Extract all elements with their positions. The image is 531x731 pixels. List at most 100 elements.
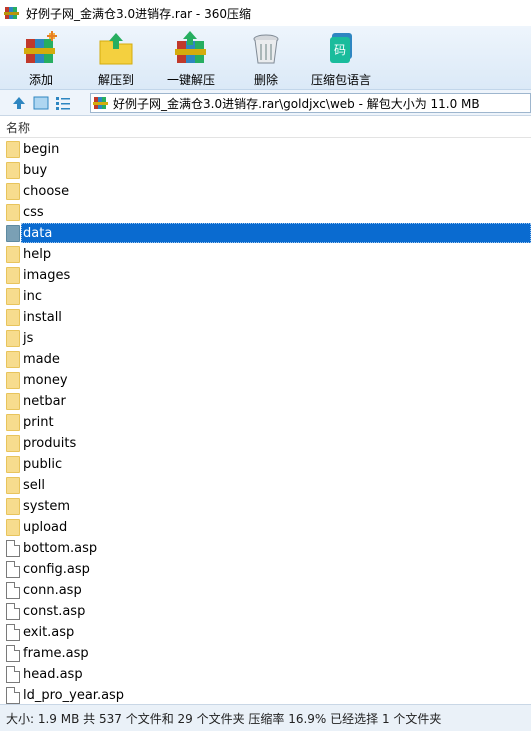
archive-language-button-label: 压缩包语言 [310,73,371,87]
item-name: conn.asp [23,583,82,598]
item-name: help [23,247,52,262]
thumbnail-view-button[interactable] [30,92,52,114]
folder-icon [6,225,20,242]
add-button[interactable]: 添加 [20,26,62,90]
archive-language-button[interactable]: 码 压缩包语言 [308,26,374,90]
item-name: inc [23,289,42,304]
item-name: print [23,415,54,430]
folder-row[interactable]: upload [0,517,531,538]
arrow-up-icon [13,96,25,109]
file-row[interactable]: config.asp [0,559,531,580]
folder-row[interactable]: sell [0,475,531,496]
folder-icon [6,267,20,284]
folder-icon [6,456,20,473]
folder-row[interactable]: data [0,223,531,244]
folder-row[interactable]: css [0,202,531,223]
one-click-extract-button[interactable]: 一键解压 [165,26,217,90]
extract-to-button[interactable]: 解压到 [94,26,138,90]
folder-row[interactable]: made [0,349,531,370]
address-field[interactable]: 好例子网_金满仓3.0进销存.rar\goldjxc\web - 解包大小为 1… [90,93,531,113]
trash-icon [253,34,279,64]
folder-row[interactable]: public [0,454,531,475]
archive-language-icon: 码 [330,33,352,63]
file-icon [6,687,20,704]
folder-icon [6,162,20,179]
item-name: buy [23,163,48,178]
item-name: public [23,457,63,472]
column-header-name-label: 名称 [6,120,31,135]
one-click-extract-button-label: 一键解压 [166,73,215,87]
item-name: data [23,226,53,241]
delete-button[interactable]: 删除 [248,26,284,90]
item-name: system [23,499,70,514]
column-header-name[interactable]: 名称 [0,117,531,138]
list-view-button[interactable] [52,92,74,114]
folder-row[interactable]: buy [0,160,531,181]
address-bar: 好例子网_金满仓3.0进销存.rar\goldjxc\web - 解包大小为 1… [0,90,531,116]
extract-to-icon [99,33,133,65]
file-row[interactable]: const.asp [0,601,531,622]
folder-icon [6,435,20,452]
winrar-books-icon [4,5,20,21]
folder-icon [6,372,20,389]
address-path: 好例子网_金满仓3.0进销存.rar\goldjxc\web - 解包大小为 1… [113,96,480,111]
item-name: frame.asp [23,646,89,661]
up-level-button[interactable] [8,92,30,114]
folder-row[interactable]: install [0,307,531,328]
file-icon [6,540,20,557]
main-toolbar: 添加 解压到 一键解压 删除 码 压缩包语言 [0,26,531,90]
file-row[interactable]: frame.asp [0,643,531,664]
selection-highlight [21,223,531,243]
folder-row[interactable]: produits [0,433,531,454]
folder-row[interactable]: begin [0,139,531,160]
folder-row[interactable]: images [0,265,531,286]
file-icon [6,582,20,599]
file-icon [6,645,20,662]
item-name: const.asp [23,604,86,619]
item-name: made [23,352,60,367]
file-row[interactable]: bottom.asp [0,538,531,559]
folder-row[interactable]: js [0,328,531,349]
delete-button-label: 删除 [253,73,278,87]
item-name: install [23,310,62,325]
status-text: 大小: 1.9 MB 共 537 个文件和 29 个文件夹 压缩率 16.9% … [6,711,442,726]
item-name: js [23,331,34,346]
item-name: head.asp [23,667,83,682]
file-row[interactable]: conn.asp [0,580,531,601]
folder-row[interactable]: help [0,244,531,265]
item-name: css [23,205,44,220]
folder-row[interactable]: choose [0,181,531,202]
folder-icon [6,414,20,431]
folder-icon [6,519,20,536]
folder-icon [6,330,20,347]
file-icon [6,561,20,578]
folder-icon [6,246,20,263]
folder-row[interactable]: print [0,412,531,433]
folder-row[interactable]: money [0,370,531,391]
folder-row[interactable]: system [0,496,531,517]
view-list-icon [56,96,70,110]
view-thumbnails-icon [33,96,49,109]
folder-icon [6,183,20,200]
item-name: sell [23,478,45,493]
file-row[interactable]: ld_pro_year.asp [0,685,531,704]
folder-icon [6,309,20,326]
folder-row[interactable]: netbar [0,391,531,412]
folder-icon [6,498,20,515]
folder-icon [6,351,20,368]
item-name: upload [23,520,68,535]
file-row[interactable]: head.asp [0,664,531,685]
file-icon [6,624,20,641]
file-row[interactable]: exit.asp [0,622,531,643]
title-bar: 好例子网_金满仓3.0进销存.rar - 360压缩 [0,0,531,26]
item-name: images [23,268,71,283]
status-bar: 大小: 1.9 MB 共 537 个文件和 29 个文件夹 压缩率 16.9% … [0,704,531,731]
file-list: begin buy choose css data help images inc instal… [0,139,531,704]
folder-icon [6,141,20,158]
item-name: bottom.asp [23,541,98,556]
item-name: config.asp [23,562,90,577]
add-button-label: 添加 [28,73,53,87]
archive-icon [93,97,108,109]
folder-row[interactable]: inc [0,286,531,307]
svg-text:码: 码 [334,43,346,57]
